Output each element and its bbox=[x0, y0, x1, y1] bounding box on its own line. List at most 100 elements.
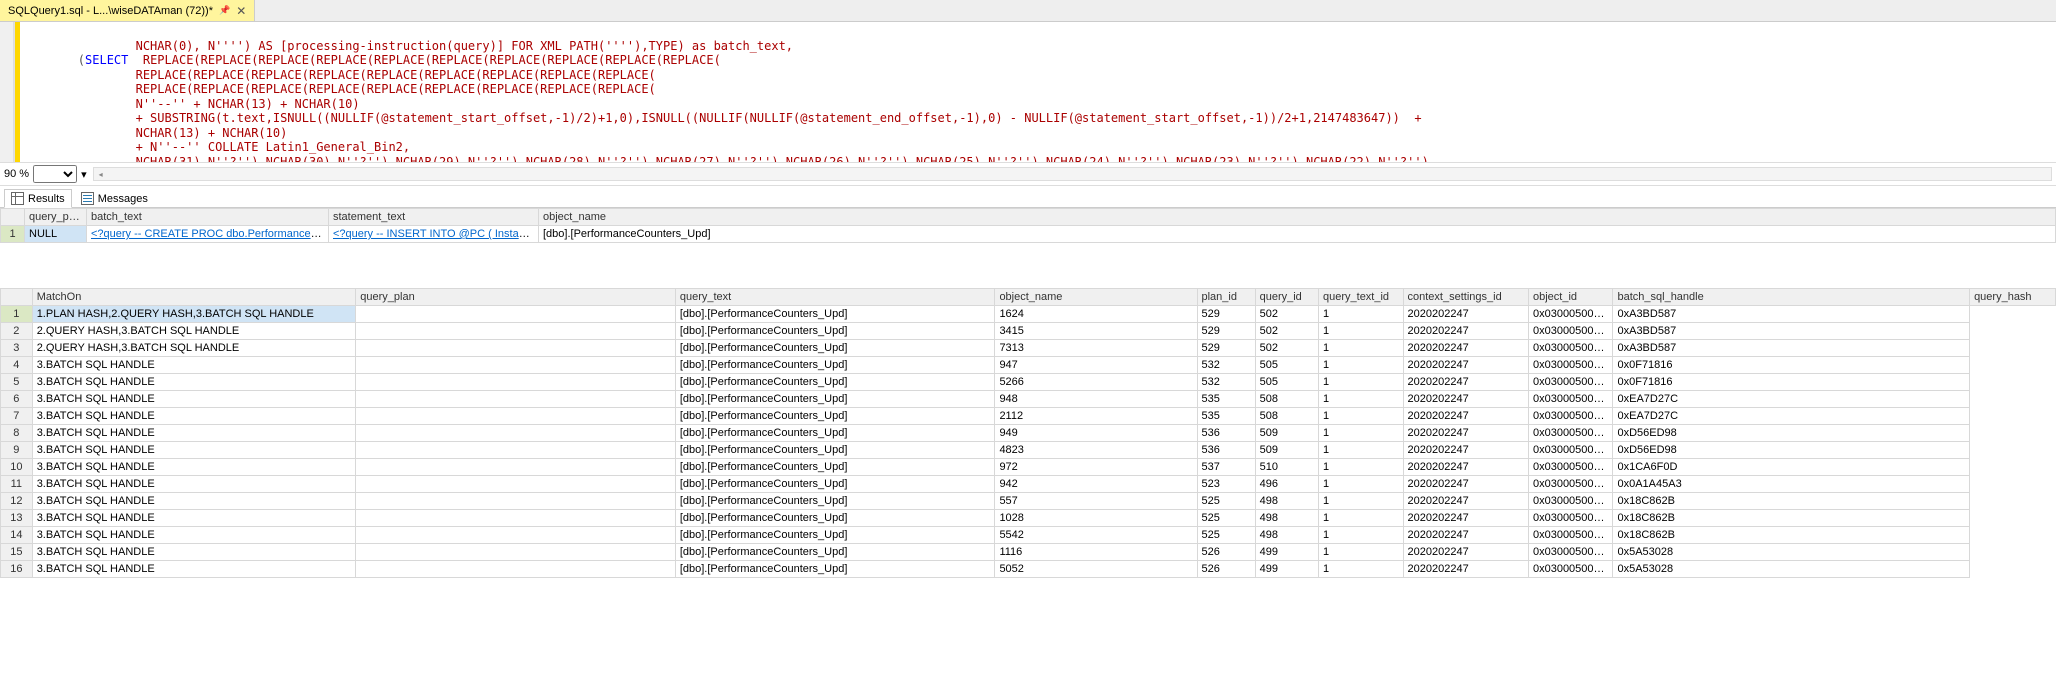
cell-query-plan[interactable] bbox=[356, 425, 676, 442]
cell-object-name[interactable]: [dbo].[PerformanceCounters_Upd] bbox=[675, 510, 995, 527]
cell-query-hash[interactable]: 0x18C862B bbox=[1613, 493, 1970, 510]
table-row[interactable]: 93.BATCH SQL HANDLE[dbo].[PerformanceCou… bbox=[1, 442, 2056, 459]
cell-query-text-id[interactable]: 499 bbox=[1255, 561, 1318, 578]
cell-context-settings-id[interactable]: 1 bbox=[1319, 323, 1404, 340]
cell-matchon[interactable]: 3.BATCH SQL HANDLE bbox=[32, 357, 356, 374]
row-number[interactable]: 12 bbox=[1, 493, 33, 510]
cell-plan-id[interactable]: 972 bbox=[995, 459, 1197, 476]
tab-messages[interactable]: Messages bbox=[74, 189, 155, 207]
cell-query-id[interactable]: 532 bbox=[1197, 374, 1255, 391]
cell-query-plan[interactable] bbox=[356, 374, 676, 391]
cell-query-text-id[interactable]: 496 bbox=[1255, 476, 1318, 493]
cell-query-hash[interactable]: 0xD56ED98 bbox=[1613, 442, 1970, 459]
cell-query-plan[interactable]: NULL bbox=[25, 226, 87, 243]
cell-plan-id[interactable]: 949 bbox=[995, 425, 1197, 442]
cell-batch-sql-handle[interactable]: 0x0300050007D76978A4B4100185AF0000010000… bbox=[1528, 340, 1613, 357]
cell-query-text-id[interactable]: 502 bbox=[1255, 323, 1318, 340]
col-statement-text[interactable]: statement_text bbox=[329, 209, 539, 226]
tab-results[interactable]: Results bbox=[4, 189, 72, 208]
col-batch-text[interactable]: batch_text bbox=[87, 209, 329, 226]
table-row[interactable]: 113.BATCH SQL HANDLE [dbo].[PerformanceCo… bbox=[1, 476, 2056, 493]
cell-query-plan[interactable] bbox=[356, 340, 676, 357]
cell-query-plan[interactable] bbox=[356, 408, 676, 425]
row-number[interactable]: 10 bbox=[1, 459, 33, 476]
cell-object-id[interactable]: 2020202247 bbox=[1403, 340, 1528, 357]
cell-plan-id[interactable]: 5542 bbox=[995, 527, 1197, 544]
cell-object-name[interactable]: [dbo].[PerformanceCounters_Upd] bbox=[675, 544, 995, 561]
cell-object-id[interactable]: 2020202247 bbox=[1403, 442, 1528, 459]
cell-plan-id[interactable]: 948 bbox=[995, 391, 1197, 408]
cell-batch-sql-handle[interactable]: 0x0300050007D76978A4B4100185AF0000010000… bbox=[1528, 357, 1613, 374]
cell-query-hash[interactable]: 0x1CA6F0D bbox=[1613, 459, 1970, 476]
cell-plan-id[interactable]: 1116 bbox=[995, 544, 1197, 561]
cell-query-hash[interactable]: 0xA3BD587 bbox=[1613, 306, 1970, 323]
cell-object-name[interactable]: [dbo].[PerformanceCounters_Upd] bbox=[675, 442, 995, 459]
cell-query-hash[interactable]: 0x5A53028 bbox=[1613, 544, 1970, 561]
cell-matchon[interactable]: 3.BATCH SQL HANDLE bbox=[32, 425, 356, 442]
row-number[interactable]: 14 bbox=[1, 527, 33, 544]
cell-batch-sql-handle[interactable]: 0x0300050007D76978A4B4100185AF0000010000… bbox=[1528, 527, 1613, 544]
col-batch-sql-handle[interactable]: batch_sql_handle bbox=[1613, 289, 1970, 306]
cell-query-text-id[interactable]: 499 bbox=[1255, 544, 1318, 561]
cell-object-name[interactable]: [dbo].[PerformanceCounters_Upd] bbox=[675, 425, 995, 442]
col-object-name[interactable]: object_name bbox=[995, 289, 1197, 306]
cell-context-settings-id[interactable]: 1 bbox=[1319, 408, 1404, 425]
cell-query-text-id[interactable]: 505 bbox=[1255, 357, 1318, 374]
cell-query-id[interactable]: 529 bbox=[1197, 340, 1255, 357]
cell-query-plan[interactable] bbox=[356, 459, 676, 476]
cell-object-id[interactable]: 2020202247 bbox=[1403, 493, 1528, 510]
cell-query-plan[interactable] bbox=[356, 493, 676, 510]
cell-batch-sql-handle[interactable]: 0x0300050007D76978A4B4100185AF0000010000… bbox=[1528, 561, 1613, 578]
row-number[interactable]: 11 bbox=[1, 476, 33, 493]
cell-context-settings-id[interactable]: 1 bbox=[1319, 493, 1404, 510]
cell-query-id[interactable]: 525 bbox=[1197, 493, 1255, 510]
cell-batch-sql-handle[interactable]: 0x0300050007D76978A4B4100185AF0000010000… bbox=[1528, 425, 1613, 442]
cell-object-name[interactable]: [dbo].[PerformanceCounters_Upd] bbox=[539, 226, 2056, 243]
row-number[interactable]: 15 bbox=[1, 544, 33, 561]
cell-matchon[interactable]: 3.BATCH SQL HANDLE bbox=[32, 408, 356, 425]
cell-object-id[interactable]: 2020202247 bbox=[1403, 357, 1528, 374]
cell-object-name[interactable]: [dbo].[PerformanceCounters_Upd] bbox=[675, 323, 995, 340]
close-icon[interactable]: ✕ bbox=[236, 4, 246, 18]
cell-query-hash[interactable]: 0x5A53028 bbox=[1613, 561, 1970, 578]
cell-batch-sql-handle[interactable]: 0x0300050007D76978A4B4100185AF0000010000… bbox=[1528, 408, 1613, 425]
col-query-id[interactable]: query_id bbox=[1255, 289, 1318, 306]
cell-plan-id[interactable]: 5052 bbox=[995, 561, 1197, 578]
cell-context-settings-id[interactable]: 1 bbox=[1319, 476, 1404, 493]
cell-query-plan[interactable] bbox=[356, 391, 676, 408]
cell-batch-sql-handle[interactable]: 0x0300050007D76978A4B4100185AF0000010000… bbox=[1528, 391, 1613, 408]
table-row[interactable]: 153.BATCH SQL HANDLE[dbo].[PerformanceCo… bbox=[1, 544, 2056, 561]
cell-matchon[interactable]: 3.BATCH SQL HANDLE bbox=[32, 493, 356, 510]
cell-batch-sql-handle[interactable]: 0x0300050007D76978A4B4100185AF0000010000… bbox=[1528, 442, 1613, 459]
cell-batch-sql-handle[interactable]: 0x0300050007D76978A4B4100185AF0000010000… bbox=[1528, 544, 1613, 561]
cell-matchon[interactable]: 3.BATCH SQL HANDLE bbox=[32, 442, 356, 459]
cell-query-plan[interactable] bbox=[356, 476, 676, 493]
col-query-text[interactable]: query_text bbox=[675, 289, 995, 306]
rownum-header[interactable] bbox=[1, 289, 33, 306]
cell-matchon[interactable]: 3.BATCH SQL HANDLE bbox=[32, 391, 356, 408]
row-number[interactable]: 4 bbox=[1, 357, 33, 374]
cell-query-hash[interactable]: 0xA3BD587 bbox=[1613, 340, 1970, 357]
cell-plan-id[interactable]: 947 bbox=[995, 357, 1197, 374]
table-row[interactable]: 63.BATCH SQL HANDLE[dbo].[PerformanceCou… bbox=[1, 391, 2056, 408]
row-number[interactable]: 5 bbox=[1, 374, 33, 391]
row-number[interactable]: 8 bbox=[1, 425, 33, 442]
cell-object-id[interactable]: 2020202247 bbox=[1403, 527, 1528, 544]
cell-query-id[interactable]: 536 bbox=[1197, 442, 1255, 459]
cell-object-name[interactable]: [dbo].[PerformanceCounters_Upd] bbox=[675, 476, 995, 493]
cell-batch-sql-handle[interactable]: 0x0300050007D76978A4B4100185AF0000010000… bbox=[1528, 493, 1613, 510]
cell-query-hash[interactable]: 0xEA7D27C bbox=[1613, 408, 1970, 425]
cell-matchon[interactable]: 2.QUERY HASH,3.BATCH SQL HANDLE bbox=[32, 323, 356, 340]
row-number[interactable]: 16 bbox=[1, 561, 33, 578]
col-query-hash[interactable]: query_hash bbox=[1970, 289, 2056, 306]
cell-plan-id[interactable]: 3415 bbox=[995, 323, 1197, 340]
cell-object-id[interactable]: 2020202247 bbox=[1403, 544, 1528, 561]
cell-matchon[interactable]: 3.BATCH SQL HANDLE bbox=[32, 527, 356, 544]
table-row[interactable]: 11.PLAN HASH,2.QUERY HASH,3.BATCH SQL HA… bbox=[1, 306, 2056, 323]
cell-object-id[interactable]: 2020202247 bbox=[1403, 459, 1528, 476]
cell-object-id[interactable]: 2020202247 bbox=[1403, 374, 1528, 391]
cell-query-hash[interactable]: 0xD56ED98 bbox=[1613, 425, 1970, 442]
cell-context-settings-id[interactable]: 1 bbox=[1319, 561, 1404, 578]
cell-object-id[interactable]: 2020202247 bbox=[1403, 391, 1528, 408]
cell-matchon[interactable]: 3.BATCH SQL HANDLE bbox=[32, 476, 356, 493]
